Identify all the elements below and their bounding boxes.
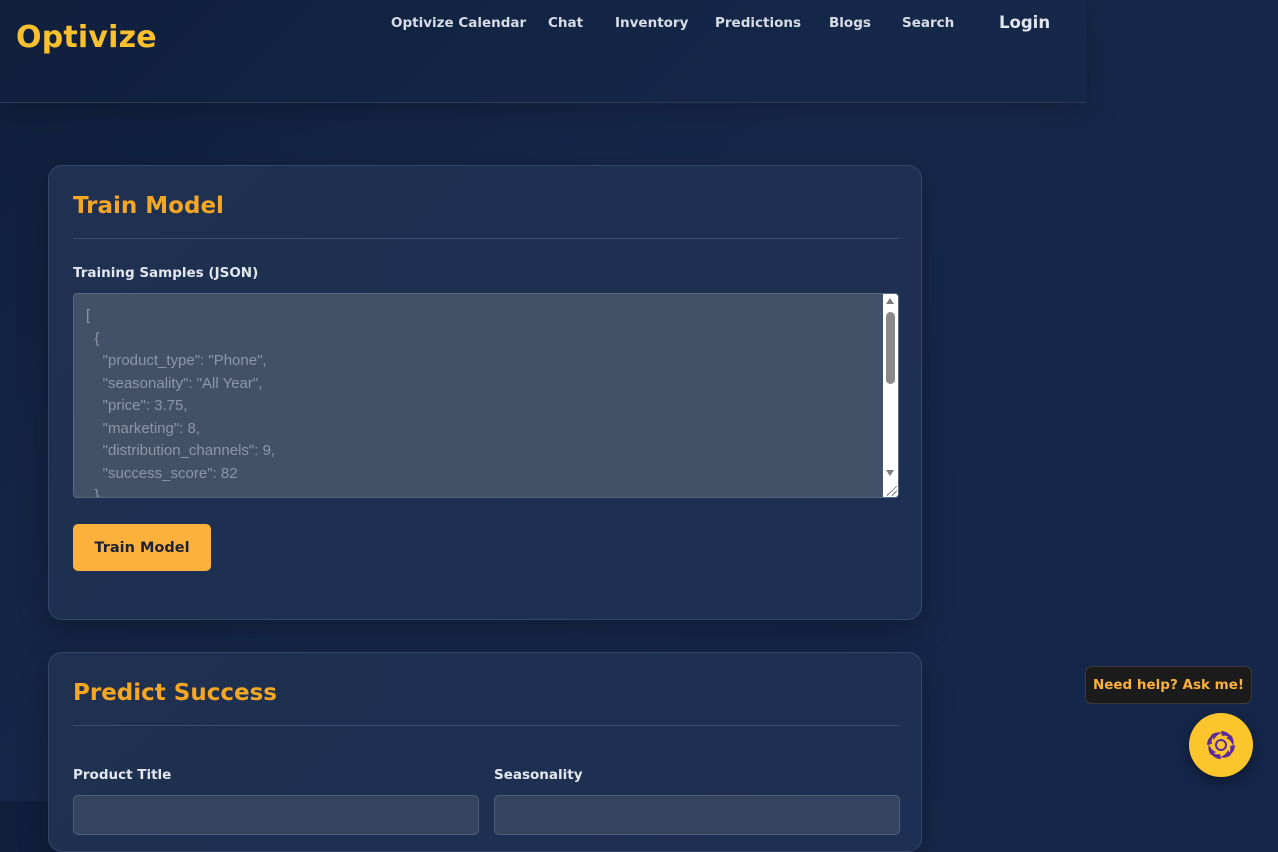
nav-link-inventory[interactable]: Inventory — [615, 15, 688, 31]
predict-success-title: Predict Success — [73, 680, 277, 706]
train-model-title: Train Model — [73, 193, 224, 219]
predict-success-card: Predict Success Product Title Seasonalit… — [48, 652, 922, 852]
train-model-card: Train Model Training Samples (JSON) [ { … — [48, 165, 922, 620]
train-model-button[interactable]: Train Model — [73, 524, 211, 571]
help-chat-button[interactable] — [1189, 713, 1253, 777]
help-bubble[interactable]: Need help? Ask me! — [1085, 666, 1252, 704]
product-title-label: Product Title — [73, 767, 172, 783]
nav-link-blogs[interactable]: Blogs — [829, 15, 871, 31]
nav-link-search[interactable]: Search — [902, 15, 954, 31]
spiral-icon — [1207, 731, 1235, 759]
scroll-up-arrow-icon[interactable] — [886, 298, 894, 304]
textarea-scrollbar[interactable] — [883, 294, 898, 497]
nav-link-optivize-calendar[interactable]: Optivize Calendar — [391, 15, 526, 31]
product-title-input[interactable] — [73, 795, 479, 835]
card-divider — [73, 238, 899, 239]
card-divider — [73, 725, 899, 726]
nav-link-predictions[interactable]: Predictions — [715, 15, 801, 31]
logo[interactable]: Optivize — [16, 20, 157, 55]
seasonality-label: Seasonality — [494, 767, 583, 783]
training-samples-label: Training Samples (JSON) — [73, 265, 259, 281]
scroll-thumb[interactable] — [886, 312, 895, 384]
seasonality-select[interactable] — [494, 795, 900, 835]
training-samples-text: [ { "product_type": "Phone", "seasonalit… — [86, 307, 276, 498]
site-header: Optivize Optivize Calendar Chat Inventor… — [0, 0, 1086, 103]
resize-grip-icon[interactable] — [887, 486, 897, 496]
training-samples-textarea[interactable]: [ { "product_type": "Phone", "seasonalit… — [73, 293, 899, 498]
nav-link-chat[interactable]: Chat — [548, 15, 583, 31]
login-link[interactable]: Login — [999, 13, 1050, 32]
scroll-down-arrow-icon[interactable] — [886, 470, 894, 476]
